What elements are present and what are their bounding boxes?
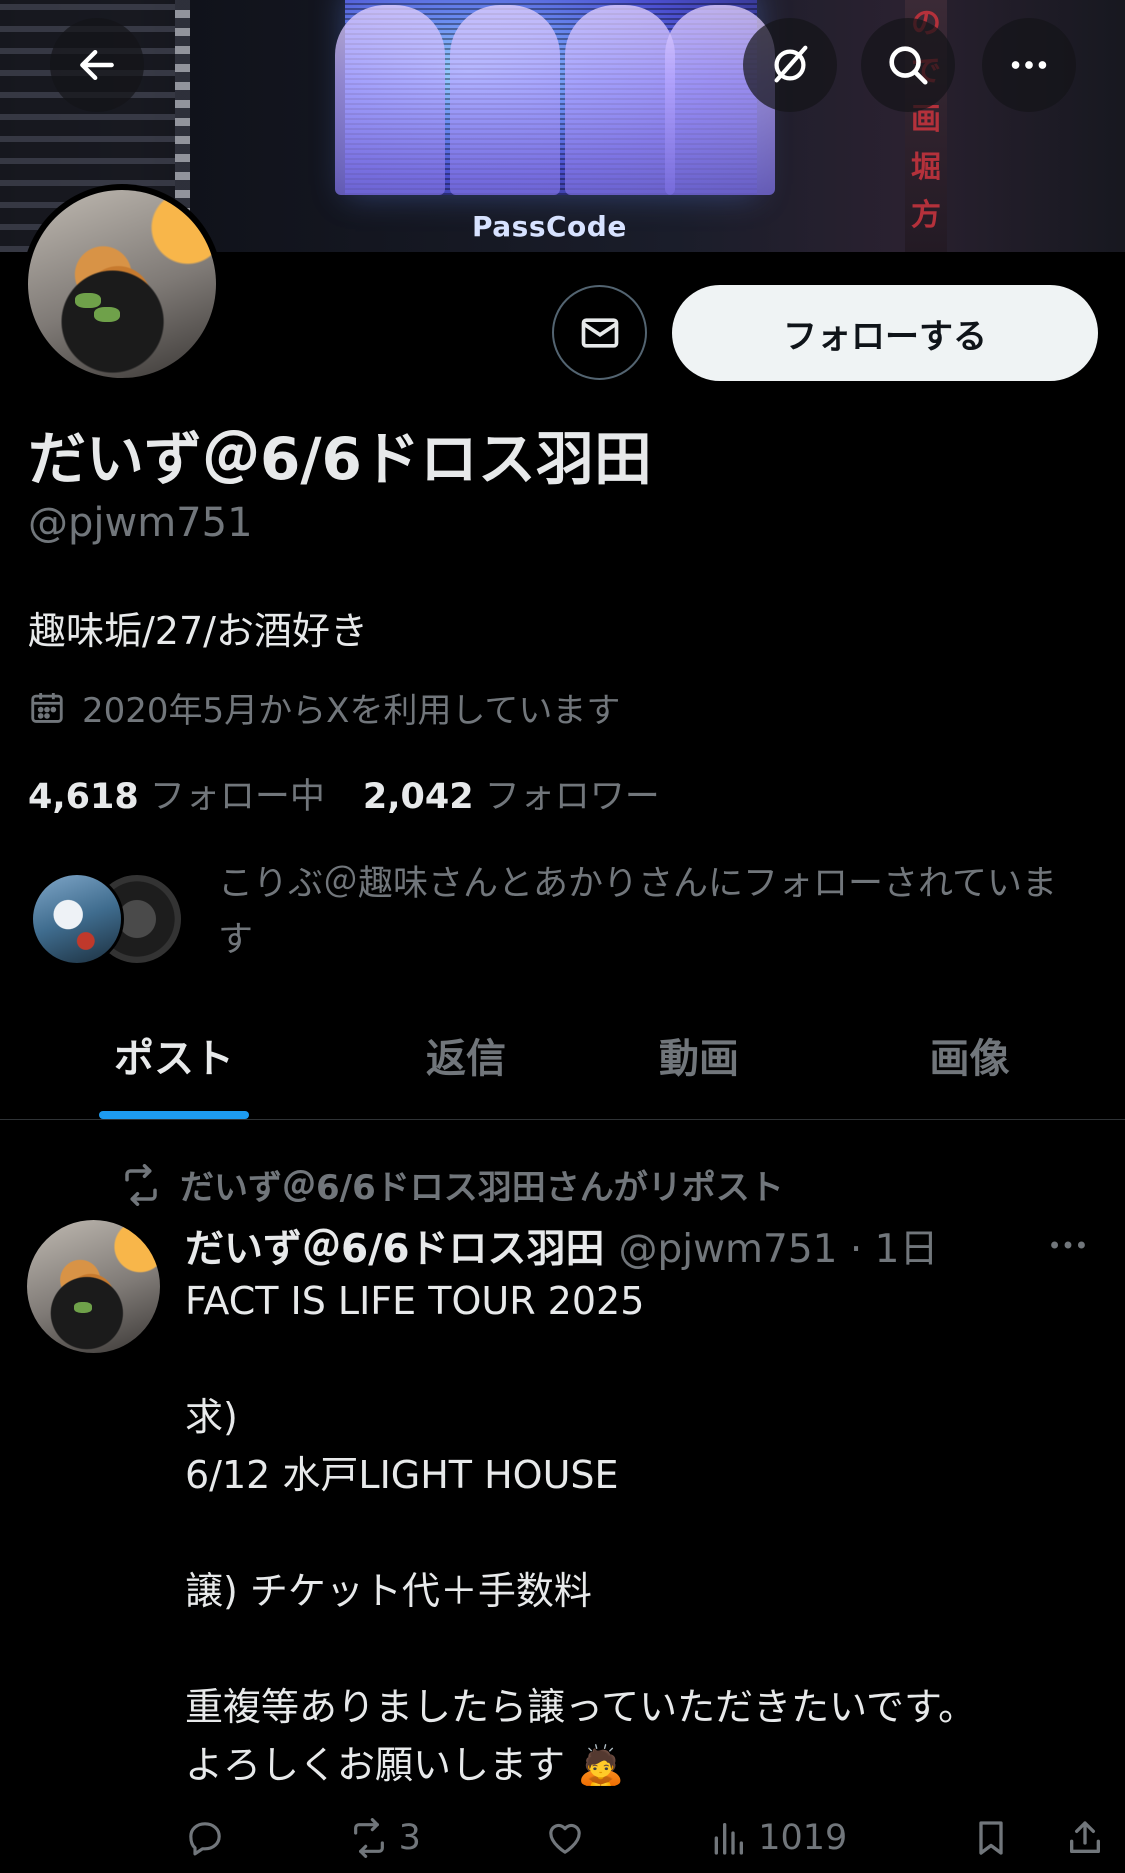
post-line	[185, 1620, 1085, 1678]
grok-button[interactable]	[743, 18, 837, 112]
display-name: だいず＠6/6ドロス羽田	[28, 425, 652, 493]
post-line: FACT IS LIFE TOUR 2025	[185, 1279, 645, 1323]
search-button[interactable]	[861, 18, 955, 112]
profile-avatar[interactable]	[22, 184, 222, 384]
more-options-button[interactable]	[982, 18, 1076, 112]
repost-text: だいず＠6/6ドロス羽田さんがリポスト	[180, 1168, 784, 1208]
banner-sign-char: 方	[911, 198, 941, 233]
repost-count: 3	[398, 1818, 421, 1858]
more-horizontal-icon	[1011, 61, 1047, 69]
share-button[interactable]	[1065, 1818, 1105, 1858]
profile-bio: 趣味垢/27/お酒好き	[28, 609, 368, 653]
following-label: フォロー中	[149, 777, 325, 817]
banner-sign-char: 堀	[911, 150, 941, 185]
post-line: 6/12 水戸LIGHT HOUSE	[185, 1453, 619, 1497]
following-link[interactable]: 4,618 フォロー中	[28, 768, 325, 819]
heart-icon	[548, 1823, 581, 1854]
following-count: 4,618	[28, 777, 139, 817]
like-button[interactable]	[545, 1818, 585, 1858]
search-icon	[889, 46, 928, 85]
avatar-image	[28, 190, 216, 378]
banner-figure	[450, 5, 560, 195]
post-line: 重複等ありましたら譲っていただきたいです。	[185, 1685, 977, 1729]
followed-by-avatars[interactable]	[30, 872, 190, 967]
avatar-garnish	[73, 1302, 93, 1314]
message-button[interactable]	[552, 285, 647, 380]
bookmark-button[interactable]	[971, 1818, 1011, 1858]
more-horizontal-icon	[1051, 1241, 1085, 1249]
joined-date: 2020年5月からXを利用しています	[28, 683, 620, 732]
views-count: 1019	[758, 1818, 848, 1858]
arrow-left-icon	[80, 49, 114, 81]
post-text: FACT IS LIFE TOUR 2025 求) 6/12 水戸LIGHT H…	[185, 1272, 1085, 1794]
banner-figure	[335, 5, 445, 195]
tab-label: 画像	[929, 1036, 1010, 1082]
follow-button[interactable]: フォローする	[672, 285, 1098, 381]
active-tab-indicator	[99, 1111, 249, 1119]
repost-button[interactable]: 3	[349, 1818, 421, 1858]
tab-images[interactable]: 画像	[814, 1010, 1125, 1119]
post-actions: 3 1019	[185, 1818, 1105, 1858]
banner-stage-screen	[335, 0, 775, 195]
repost-icon	[353, 1818, 384, 1858]
post-author-name[interactable]: だいず＠6/6ドロス羽田	[185, 1218, 605, 1274]
profile-handle: @pjwm751	[28, 500, 253, 546]
reply-button[interactable]	[185, 1818, 225, 1858]
post-line: 求)	[185, 1395, 238, 1439]
views-button[interactable]: 1019	[708, 1818, 847, 1858]
tab-videos[interactable]: 動画	[584, 1010, 814, 1119]
banner-figure	[565, 5, 675, 195]
post-secondary-actions	[971, 1818, 1105, 1858]
share-icon	[1069, 1821, 1100, 1853]
back-button[interactable]	[50, 18, 144, 112]
post-line	[185, 1504, 1085, 1562]
mail-icon	[581, 317, 618, 348]
post-line: 譲) チケット代＋手数料	[185, 1569, 592, 1613]
avatar-image	[27, 1220, 160, 1353]
tab-label: 返信	[426, 1036, 506, 1082]
avatar-garnish	[93, 306, 121, 322]
avatar	[30, 872, 124, 966]
calendar-icon	[31, 692, 63, 723]
post-line: よろしくお願いします 🙇	[185, 1743, 625, 1787]
reply-icon	[189, 1822, 221, 1856]
joined-text: 2020年5月からXを利用しています	[82, 691, 621, 731]
followers-link[interactable]: 2,042 フォロワー	[363, 768, 660, 819]
banner-screen-text: PassCode	[472, 210, 627, 243]
tab-posts[interactable]: ポスト	[0, 1010, 348, 1119]
slash-circle-icon	[774, 45, 808, 83]
post-avatar[interactable]	[27, 1220, 160, 1353]
tab-replies[interactable]: 返信	[348, 1010, 584, 1119]
tab-label: 動画	[659, 1036, 739, 1082]
post-line	[185, 1330, 1085, 1388]
followed-by-text[interactable]: こりぶ＠趣味さんとあかりさんにフォローされています	[218, 856, 1078, 968]
followers-label: フォロワー	[484, 777, 660, 817]
avatar-garnish	[75, 293, 102, 309]
post-more-button[interactable]	[1045, 1222, 1091, 1272]
profile-tabs: ポスト 返信 動画 画像	[0, 1010, 1125, 1120]
followers-count: 2,042	[362, 777, 474, 817]
views-chart-icon	[714, 1823, 744, 1855]
repost-icon	[125, 1163, 157, 1206]
post-handle-time: @pjwm751 · 1日	[618, 1227, 939, 1272]
follow-stats: 4,618 フォロー中 2,042 フォロワー	[28, 768, 660, 819]
repost-indicator[interactable]: だいず＠6/6ドロス羽田さんがリポスト	[120, 1160, 784, 1209]
tab-label: ポスト	[114, 1036, 234, 1082]
bookmark-icon	[979, 1821, 1003, 1855]
post-header: だいず＠6/6ドロス羽田 @pjwm751 · 1日	[185, 1218, 938, 1274]
